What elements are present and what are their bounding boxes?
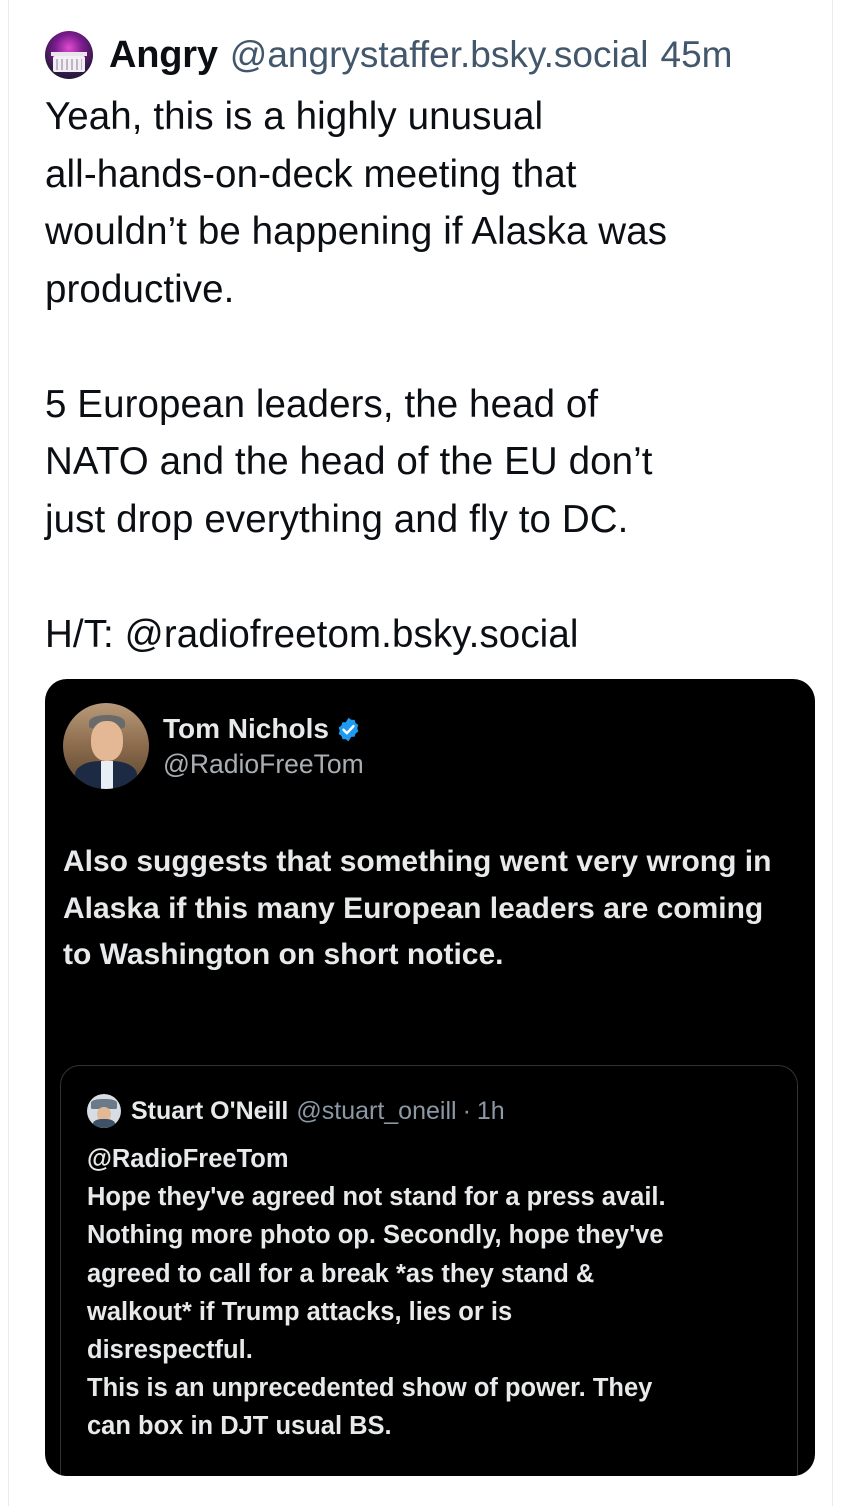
embedded-screenshot[interactable]: Tom Nichols @RadioFreeTom Also suggests … [45,679,815,1476]
quoted-author-avatar [63,703,149,789]
post-header: Angry @angrystaffer.bsky.social 45m [45,30,825,80]
inner-quoted-tweet: Stuart O'Neill @stuart_oneill · 1h @Radi… [60,1065,798,1476]
inner-quote-timestamp: 1h [476,1096,505,1125]
author-name[interactable]: Angry [109,34,218,77]
post-timestamp[interactable]: 45m [661,34,733,76]
avatar-building-columns [56,59,82,70]
verified-badge-icon [338,717,359,741]
author-avatar[interactable] [45,31,93,79]
post-body-text: Yeah, this is a highly unusual all-hands… [45,95,668,656]
inner-quote-separator: · [462,1096,471,1125]
avatar-body [93,1119,115,1128]
inner-quote-avatar [87,1094,121,1128]
inner-quote-author-handle: @stuart_oneill [296,1096,457,1125]
avatar-face [91,721,123,761]
avatar-shirt [101,761,113,789]
inner-quote-text: @RadioFreeTom Hope they've agreed not st… [87,1145,666,1441]
quoted-author-name: Tom Nichols [163,713,329,744]
inner-quote-author-name: Stuart O'Neill [131,1096,289,1125]
quoted-author-name-row: Tom Nichols [163,713,362,745]
quoted-tweet-text: Also suggests that something went very w… [63,845,772,971]
post-card[interactable]: Angry @angrystaffer.bsky.social 45m Yeah… [8,0,833,1506]
inner-quote-header: Stuart O'Neill @stuart_oneill · 1h [87,1094,505,1128]
quoted-author-handle: @RadioFreeTom [163,749,364,779]
author-handle[interactable]: @angrystaffer.bsky.social [230,34,649,76]
